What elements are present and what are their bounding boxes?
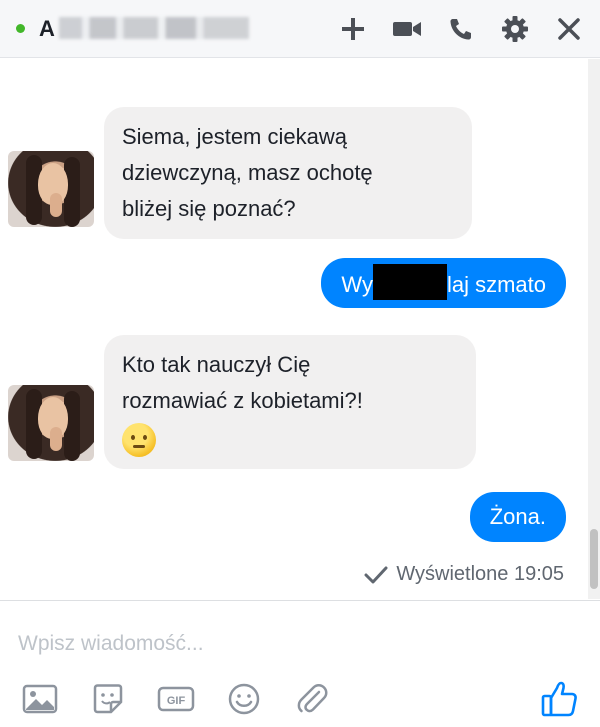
close-icon: [558, 18, 580, 40]
video-call-button[interactable]: [390, 12, 424, 46]
contact-name[interactable]: A: [39, 16, 249, 42]
emoji-icon: [228, 683, 260, 715]
seen-receipt-text: Wyświetlone 19:05: [396, 563, 564, 585]
message-line: Siema, jestem ciekawą: [122, 124, 347, 149]
svg-text:GIF: GIF: [167, 695, 186, 707]
outgoing-message[interactable]: Żona.: [469, 492, 566, 542]
settings-button[interactable]: [498, 12, 532, 46]
emoji-button[interactable]: [222, 677, 266, 721]
composer-toolbar: GIF: [18, 677, 334, 721]
message-input[interactable]: [18, 625, 578, 663]
send-like-button[interactable]: [538, 677, 582, 721]
seen-receipt: Wyświetlone 19:05: [364, 563, 564, 586]
message-text: Żona.: [489, 504, 546, 529]
scrollbar-thumb[interactable]: [590, 529, 598, 589]
add-icon: [342, 18, 364, 40]
thumbs-up-icon: [541, 681, 577, 717]
close-button[interactable]: [552, 12, 586, 46]
message-line: bliżej się poznać?: [122, 196, 296, 221]
message-thread[interactable]: Siema, jestem ciekawą dziewczyną, masz o…: [0, 59, 600, 599]
gif-button[interactable]: GIF: [154, 677, 198, 721]
checkmark-icon: [364, 566, 388, 583]
contact-avatar[interactable]: [8, 151, 94, 227]
incoming-message[interactable]: Kto tak nauczył Cię rozmawiać z kobietam…: [104, 335, 476, 469]
confused-face-emoji: [122, 423, 156, 457]
message-line: rozmawiać z kobietami?!: [122, 388, 363, 413]
add-people-button[interactable]: [336, 12, 370, 46]
message-text-end: laj szmato: [446, 272, 546, 297]
chat-header: A: [0, 0, 600, 58]
gif-icon: GIF: [157, 686, 195, 712]
header-actions: [336, 0, 586, 58]
message-line: dziewczyną, masz ochotę: [122, 160, 373, 185]
video-call-icon: [393, 22, 421, 36]
attachment-icon: [297, 684, 328, 713]
blurred-name: [58, 16, 249, 39]
scrollbar[interactable]: [588, 59, 600, 599]
sticker-icon: [93, 684, 123, 714]
phone-icon: [450, 19, 471, 40]
incoming-message[interactable]: Siema, jestem ciekawą dziewczyną, masz o…: [104, 107, 472, 239]
contact-avatar[interactable]: [8, 385, 94, 461]
sticker-button[interactable]: [86, 677, 130, 721]
attachment-button[interactable]: [290, 677, 334, 721]
redaction-bar: [372, 264, 447, 300]
phone-call-button[interactable]: [444, 12, 478, 46]
add-photo-button[interactable]: [18, 677, 62, 721]
settings-icon: [502, 16, 528, 42]
message-composer: GIF: [0, 600, 600, 727]
message-text-start: Wy: [341, 272, 373, 297]
photo-icon: [22, 684, 58, 714]
online-status-dot: [16, 24, 25, 33]
message-line: Kto tak nauczył Cię: [122, 352, 311, 377]
outgoing-message[interactable]: Wy laj szmato: [321, 258, 566, 308]
